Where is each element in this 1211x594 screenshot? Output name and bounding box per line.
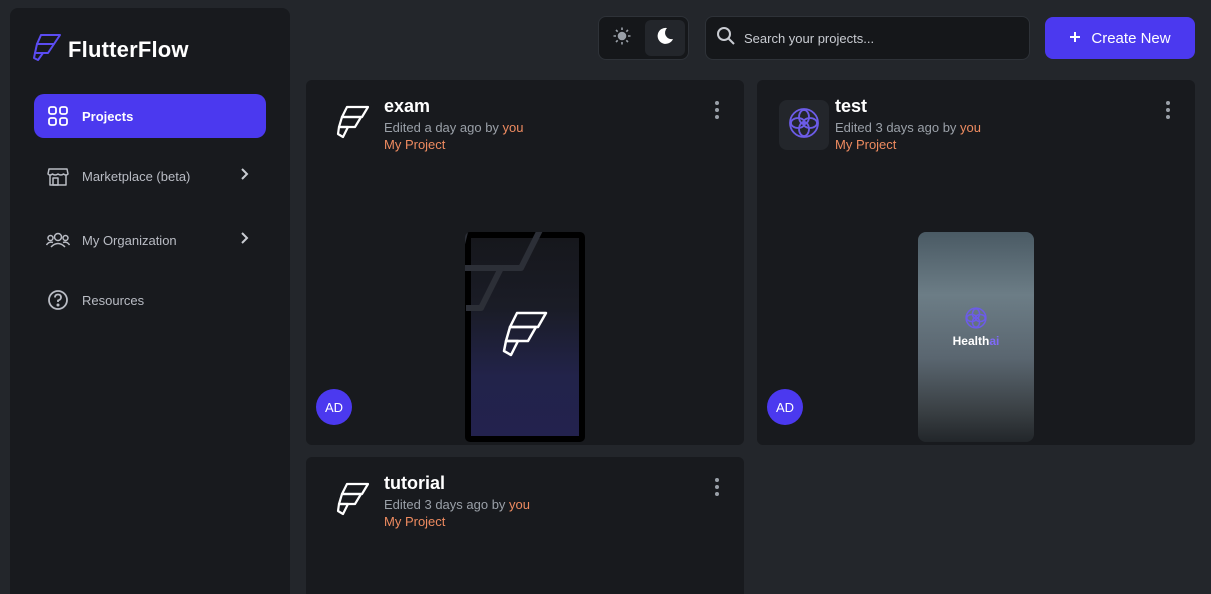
- flower-logo-icon: [964, 306, 988, 335]
- project-card-test[interactable]: test Edited 3 days ago by you My Project…: [757, 80, 1195, 445]
- flutterflow-logo-icon: [335, 104, 371, 147]
- avatar[interactable]: AD: [767, 389, 803, 425]
- flutterflow-logo-icon: [501, 310, 549, 365]
- edited-text: Edited 3 days ago by: [835, 120, 961, 135]
- grid-icon: [46, 104, 70, 128]
- sidebar: FlutterFlow Projects Marketplace (beta): [10, 8, 290, 594]
- project-edited: Edited a day ago by you: [384, 120, 524, 135]
- project-title[interactable]: test: [835, 96, 867, 117]
- project-edited: Edited 3 days ago by you: [384, 497, 530, 512]
- chevron-right-icon: [240, 231, 250, 248]
- project-label: My Project: [835, 137, 897, 152]
- sun-icon: [612, 26, 632, 51]
- search-bar: [705, 16, 1030, 60]
- project-label: My Project: [384, 137, 446, 152]
- project-title[interactable]: tutorial: [384, 473, 445, 494]
- edited-by: you: [502, 120, 524, 135]
- more-options-icon[interactable]: [712, 477, 722, 497]
- preview-title-main: Health: [952, 334, 990, 348]
- project-preview: [465, 232, 585, 442]
- edited-by: you: [960, 120, 981, 135]
- create-new-label: Create New: [1091, 29, 1171, 47]
- project-label: My Project: [384, 514, 446, 529]
- edited-text: Edited 3 days ago by: [384, 497, 510, 512]
- sidebar-item-label: Projects: [82, 108, 134, 124]
- project-edited: Edited 3 days ago by you: [835, 120, 981, 135]
- preview-screen: [465, 232, 579, 436]
- avatar[interactable]: AD: [316, 389, 352, 425]
- preview-title: Healthai: [918, 334, 1034, 348]
- project-icon: [779, 100, 829, 150]
- sidebar-item-marketplace[interactable]: Marketplace (beta): [34, 154, 266, 198]
- store-icon: [46, 164, 70, 188]
- question-icon: [46, 288, 70, 312]
- moon-icon: [655, 26, 675, 51]
- sidebar-item-resources[interactable]: Resources: [34, 278, 266, 322]
- sidebar-item-label: My Organization: [82, 232, 177, 248]
- people-icon: [46, 228, 70, 252]
- project-title[interactable]: exam: [384, 96, 430, 117]
- chevron-right-icon: [240, 167, 250, 184]
- app-name: FlutterFlow: [68, 36, 189, 62]
- edited-by: you: [509, 497, 530, 512]
- flower-logo-icon: [787, 106, 821, 145]
- plus-icon: [1069, 30, 1081, 47]
- sidebar-item-label: Resources: [82, 292, 145, 308]
- more-options-icon[interactable]: [712, 100, 722, 120]
- project-preview: Healthai: [918, 232, 1034, 442]
- flutterflow-logo-icon: [32, 32, 62, 67]
- edited-text: Edited a day ago by: [384, 120, 503, 135]
- sidebar-item-projects[interactable]: Projects: [34, 94, 266, 138]
- sidebar-item-organization[interactable]: My Organization: [34, 218, 266, 262]
- flutterflow-logo-icon: [335, 481, 371, 524]
- theme-toggle: [598, 16, 689, 60]
- preview-title-suffix: ai: [989, 334, 1000, 348]
- dark-mode-button[interactable]: [645, 20, 685, 56]
- search-icon: [716, 26, 736, 51]
- more-options-icon[interactable]: [1163, 100, 1173, 120]
- project-card-exam[interactable]: exam Edited a day ago by you My Project …: [306, 80, 744, 445]
- project-icon: [328, 100, 378, 150]
- light-mode-button[interactable]: [602, 20, 642, 56]
- project-card-tutorial[interactable]: tutorial Edited 3 days ago by you My Pro…: [306, 457, 744, 594]
- app-logo[interactable]: FlutterFlow: [32, 32, 189, 67]
- create-new-button[interactable]: Create New: [1045, 17, 1195, 59]
- search-input[interactable]: [744, 30, 1014, 46]
- sidebar-item-label: Marketplace (beta): [82, 168, 191, 184]
- project-icon: [328, 477, 378, 527]
